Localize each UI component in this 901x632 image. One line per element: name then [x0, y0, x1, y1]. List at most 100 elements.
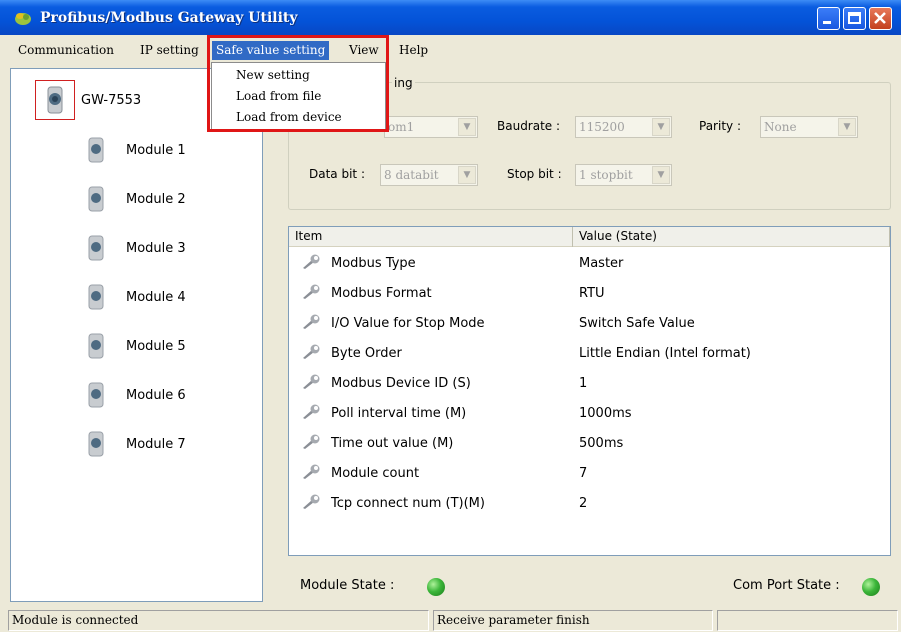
row-item: Modbus Type [331, 256, 416, 271]
module-icon [88, 235, 104, 261]
row-item: I/O Value for Stop Mode [331, 316, 485, 331]
tree-module-2[interactable]: Module 2 [126, 192, 186, 207]
row-item: Tcp connect num (T)(M) [331, 496, 485, 511]
table-row[interactable]: Module count 7 [289, 458, 890, 488]
title-bar: Profibus/Modbus Gateway Utility [0, 0, 901, 35]
tree-root-icon-frame[interactable] [35, 80, 75, 120]
row-item: Poll interval time (M) [331, 406, 467, 421]
menu-ip-setting[interactable]: IP setting [136, 41, 203, 60]
comport-value: om1 [388, 120, 415, 134]
tree-module-3[interactable]: Module 3 [126, 241, 186, 256]
parameter-list[interactable]: Item Value (State) Modbus Type Master Mo… [288, 226, 891, 556]
menu-communication[interactable]: Communication [14, 41, 118, 60]
row-item: Time out value (M) [331, 436, 454, 451]
comport-state-led-icon [862, 578, 880, 596]
menu-bar: Communication IP setting Safe value sett… [0, 38, 901, 62]
row-value: 1 [579, 376, 588, 391]
stopbit-select[interactable]: 1 stopbit ▼ [575, 164, 672, 186]
stopbit-value: 1 stopbit [579, 168, 633, 182]
comport-group-title: ing [392, 76, 415, 90]
column-value[interactable]: Value (State) [573, 227, 890, 247]
chevron-down-icon: ▼ [458, 166, 476, 184]
app-icon [15, 13, 31, 25]
row-value: 1000ms [579, 406, 632, 421]
tree-module-4[interactable]: Module 4 [126, 290, 186, 305]
column-item[interactable]: Item [289, 227, 573, 247]
parity-value: None [764, 120, 797, 134]
tree-module-7[interactable]: Module 7 [126, 437, 186, 452]
tree-module-5[interactable]: Module 5 [126, 339, 186, 354]
comport-state-label: Com Port State : [733, 578, 840, 593]
databit-select[interactable]: 8 databit ▼ [380, 164, 478, 186]
baudrate-label: Baudrate : [497, 119, 561, 133]
table-row[interactable]: Modbus Type Master [289, 248, 890, 278]
table-row[interactable]: Time out value (M) 500ms [289, 428, 890, 458]
module-icon [88, 284, 104, 310]
table-row[interactable]: Tcp connect num (T)(M) 2 [289, 488, 890, 518]
table-row[interactable]: Modbus Format RTU [289, 278, 890, 308]
row-value: Little Endian (Intel format) [579, 346, 751, 361]
gateway-device-icon [47, 86, 63, 114]
close-button[interactable] [869, 7, 892, 30]
table-row[interactable]: I/O Value for Stop Mode Switch Safe Valu… [289, 308, 890, 338]
wrench-icon [303, 284, 320, 299]
minimize-button[interactable] [817, 7, 840, 30]
status-message: Receive parameter finish [433, 610, 713, 631]
stopbit-label: Stop bit : [507, 167, 562, 181]
chevron-down-icon: ▼ [458, 118, 476, 136]
minimize-icon [823, 21, 831, 24]
wrench-icon [303, 314, 320, 329]
comport-select[interactable]: om1 ▼ [384, 116, 478, 138]
wrench-icon [303, 464, 320, 479]
wrench-icon [303, 404, 320, 419]
annotation-highlight-box [207, 35, 389, 132]
tree-module-1[interactable]: Module 1 [126, 143, 186, 158]
window-title: Profibus/Modbus Gateway Utility [40, 10, 298, 26]
module-state-label: Module State : [300, 578, 395, 593]
list-header: Item Value (State) [289, 227, 890, 247]
wrench-icon [303, 344, 320, 359]
parity-label: Parity : [699, 119, 741, 133]
row-value: Master [579, 256, 624, 271]
tree-module-6[interactable]: Module 6 [126, 388, 186, 403]
table-row[interactable]: Modbus Device ID (S) 1 [289, 368, 890, 398]
maximize-button[interactable] [843, 7, 866, 30]
row-value: 7 [579, 466, 588, 481]
row-value: Switch Safe Value [579, 316, 695, 331]
baudrate-select[interactable]: 115200 ▼ [575, 116, 672, 138]
menu-help[interactable]: Help [395, 41, 432, 60]
row-item: Byte Order [331, 346, 402, 361]
databit-label: Data bit : [309, 167, 365, 181]
table-row[interactable]: Byte Order Little Endian (Intel format) [289, 338, 890, 368]
table-row[interactable]: Poll interval time (M) 1000ms [289, 398, 890, 428]
device-tree: GW-7553 Module 1 Module 2 Module 3 Modul… [10, 68, 263, 602]
wrench-icon [303, 494, 320, 509]
tree-root-label[interactable]: GW-7553 [81, 93, 141, 108]
parity-select[interactable]: None ▼ [760, 116, 858, 138]
wrench-icon [303, 374, 320, 389]
row-item: Modbus Device ID (S) [331, 376, 471, 391]
status-extra [717, 610, 898, 631]
chevron-down-icon: ▼ [838, 118, 856, 136]
wrench-icon [303, 434, 320, 449]
close-icon [874, 12, 886, 24]
module-icon [88, 186, 104, 212]
row-value: RTU [579, 286, 605, 301]
chevron-down-icon: ▼ [652, 166, 670, 184]
status-bar: Module is connected Receive parameter fi… [0, 609, 901, 632]
module-icon [88, 137, 104, 163]
maximize-icon [848, 12, 861, 24]
status-connection: Module is connected [8, 610, 429, 631]
row-item: Module count [331, 466, 420, 481]
row-value: 2 [579, 496, 588, 511]
row-value: 500ms [579, 436, 624, 451]
databit-value: 8 databit [384, 168, 439, 182]
baudrate-value: 115200 [579, 120, 625, 134]
app-window: Profibus/Modbus Gateway Utility Communic… [0, 0, 901, 632]
module-icon [88, 431, 104, 457]
wrench-icon [303, 254, 320, 269]
module-icon [88, 333, 104, 359]
module-state-led-icon [427, 578, 445, 596]
row-item: Modbus Format [331, 286, 432, 301]
module-icon [88, 382, 104, 408]
